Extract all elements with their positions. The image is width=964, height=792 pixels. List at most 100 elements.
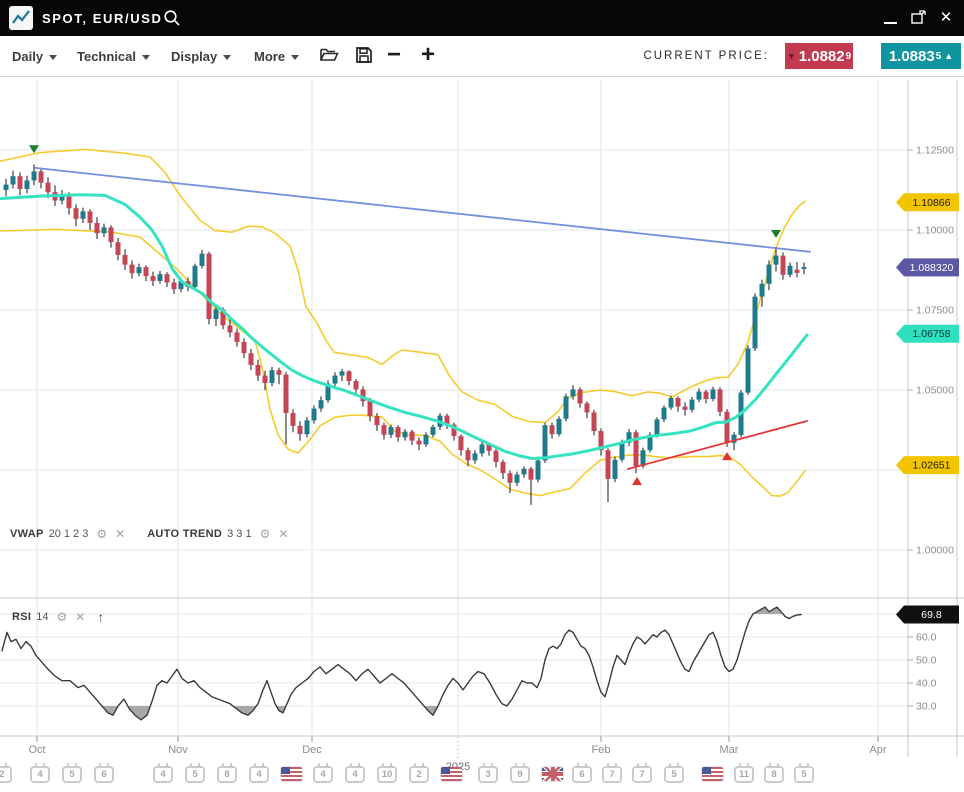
candle-body bbox=[235, 332, 240, 342]
calendar-day-icon[interactable]: 4 bbox=[345, 766, 365, 783]
candle-body bbox=[207, 254, 212, 319]
uk-flag-icon[interactable] bbox=[542, 767, 563, 781]
candle-body bbox=[760, 284, 765, 297]
month-label: Apr bbox=[869, 744, 886, 756]
gear-icon[interactable]: ⚙ bbox=[260, 527, 271, 541]
minimize-button[interactable] bbox=[878, 12, 904, 28]
candle-body bbox=[25, 180, 30, 189]
move-pane-up-icon[interactable]: ↑ bbox=[97, 609, 104, 625]
candle-body bbox=[193, 266, 198, 287]
display-menu[interactable]: Display bbox=[171, 36, 231, 76]
lower-band-line bbox=[0, 229, 805, 496]
price-chart-canvas[interactable]: 1.125001.100001.075001.050001.0000060.05… bbox=[0, 0, 964, 792]
calendar-day-icon[interactable]: 2 bbox=[0, 766, 12, 783]
zoom-out-button[interactable]: − bbox=[387, 36, 401, 76]
candle-body bbox=[578, 389, 583, 403]
rsi-axis-label: 60.0 bbox=[916, 632, 937, 644]
calendar-day-icon[interactable]: 3 bbox=[478, 766, 498, 783]
candle-body bbox=[704, 392, 709, 399]
restore-window-button[interactable] bbox=[908, 8, 930, 28]
candle-body bbox=[613, 460, 618, 479]
gear-icon[interactable]: ⚙ bbox=[57, 610, 68, 624]
candle-body bbox=[382, 425, 387, 435]
save-icon[interactable] bbox=[355, 46, 373, 69]
month-label: Nov bbox=[168, 744, 188, 756]
calendar-day-icon[interactable]: 4 bbox=[249, 766, 269, 783]
candle-body bbox=[389, 427, 394, 435]
calendar-day-icon[interactable]: 4 bbox=[30, 766, 50, 783]
candle-body bbox=[256, 365, 261, 376]
calendar-event-row: 24564584441023967751185 bbox=[0, 762, 964, 790]
us-flag-icon[interactable] bbox=[441, 767, 462, 781]
calendar-day-icon[interactable]: 5 bbox=[664, 766, 684, 783]
candle-body bbox=[662, 408, 667, 420]
candle-body bbox=[165, 274, 170, 282]
candle-body bbox=[564, 396, 569, 418]
candle-body bbox=[515, 475, 520, 483]
calendar-day-icon[interactable]: 8 bbox=[217, 766, 237, 783]
candle-body bbox=[340, 371, 345, 375]
calendar-day-icon[interactable]: 7 bbox=[632, 766, 652, 783]
gear-icon[interactable]: ⚙ bbox=[96, 527, 107, 541]
candle-body bbox=[375, 416, 380, 425]
calendar-day-icon[interactable]: 6 bbox=[94, 766, 114, 783]
price-axis-label: 1.12500 bbox=[916, 145, 954, 157]
candle-body bbox=[711, 389, 716, 399]
calendar-day-icon[interactable]: 11 bbox=[734, 766, 754, 783]
close-icon[interactable]: ✕ bbox=[75, 610, 85, 624]
calendar-day-icon[interactable]: 5 bbox=[62, 766, 82, 783]
close-icon[interactable]: ✕ bbox=[934, 5, 958, 31]
month-label: Feb bbox=[592, 744, 611, 756]
candle-body bbox=[242, 342, 247, 353]
calendar-day-icon[interactable]: 8 bbox=[764, 766, 784, 783]
candle-body bbox=[473, 453, 478, 460]
ask-price-box[interactable]: 1.08835 ▲ bbox=[881, 43, 961, 69]
chevron-down-icon bbox=[223, 55, 231, 60]
candle-body bbox=[214, 309, 219, 319]
candle-body bbox=[137, 267, 142, 273]
rsi-axis-label: 30.0 bbox=[916, 701, 937, 713]
candle-body bbox=[620, 443, 625, 460]
candle-body bbox=[746, 348, 751, 392]
candle-body bbox=[144, 267, 149, 276]
candle-body bbox=[655, 419, 660, 434]
calendar-day-icon[interactable]: 10 bbox=[377, 766, 397, 783]
candle-body bbox=[417, 441, 422, 445]
open-folder-icon[interactable] bbox=[319, 46, 339, 69]
candle-body bbox=[718, 389, 723, 411]
candle-body bbox=[32, 171, 37, 180]
rsi-axis-label: 40.0 bbox=[916, 678, 937, 690]
calendar-day-icon[interactable]: 6 bbox=[572, 766, 592, 783]
calendar-day-icon[interactable]: 5 bbox=[185, 766, 205, 783]
candle-body bbox=[284, 375, 289, 413]
candle-body bbox=[788, 266, 793, 275]
candle-body bbox=[697, 392, 702, 400]
candle-body bbox=[263, 376, 268, 383]
candle-body bbox=[508, 473, 513, 483]
calendar-day-icon[interactable]: 9 bbox=[510, 766, 530, 783]
candle-body bbox=[606, 450, 611, 479]
candle-body bbox=[494, 451, 499, 462]
more-menu[interactable]: More bbox=[254, 36, 299, 76]
technical-menu[interactable]: Technical bbox=[77, 36, 150, 76]
candle-body bbox=[46, 183, 51, 193]
calendar-day-icon[interactable]: 5 bbox=[794, 766, 814, 783]
us-flag-icon[interactable] bbox=[702, 767, 723, 781]
calendar-day-icon[interactable]: 4 bbox=[153, 766, 173, 783]
close-icon[interactable]: ✕ bbox=[278, 527, 288, 541]
us-flag-icon[interactable] bbox=[281, 767, 302, 781]
candle-body bbox=[585, 403, 590, 412]
candle-body bbox=[466, 450, 471, 460]
rsi-line bbox=[2, 607, 801, 720]
candle-body bbox=[676, 398, 681, 407]
rsi-axis-label: 50.0 bbox=[916, 655, 937, 667]
close-icon[interactable]: ✕ bbox=[115, 527, 125, 541]
timeframe-menu[interactable]: Daily bbox=[12, 36, 57, 76]
bid-price-box[interactable]: ▼ 1.08829 bbox=[785, 43, 853, 69]
zoom-in-button[interactable]: + bbox=[421, 36, 435, 76]
candle-body bbox=[130, 265, 135, 274]
search-icon[interactable] bbox=[163, 9, 181, 27]
calendar-day-icon[interactable]: 4 bbox=[313, 766, 333, 783]
calendar-day-icon[interactable]: 7 bbox=[602, 766, 622, 783]
calendar-day-icon[interactable]: 2 bbox=[409, 766, 429, 783]
